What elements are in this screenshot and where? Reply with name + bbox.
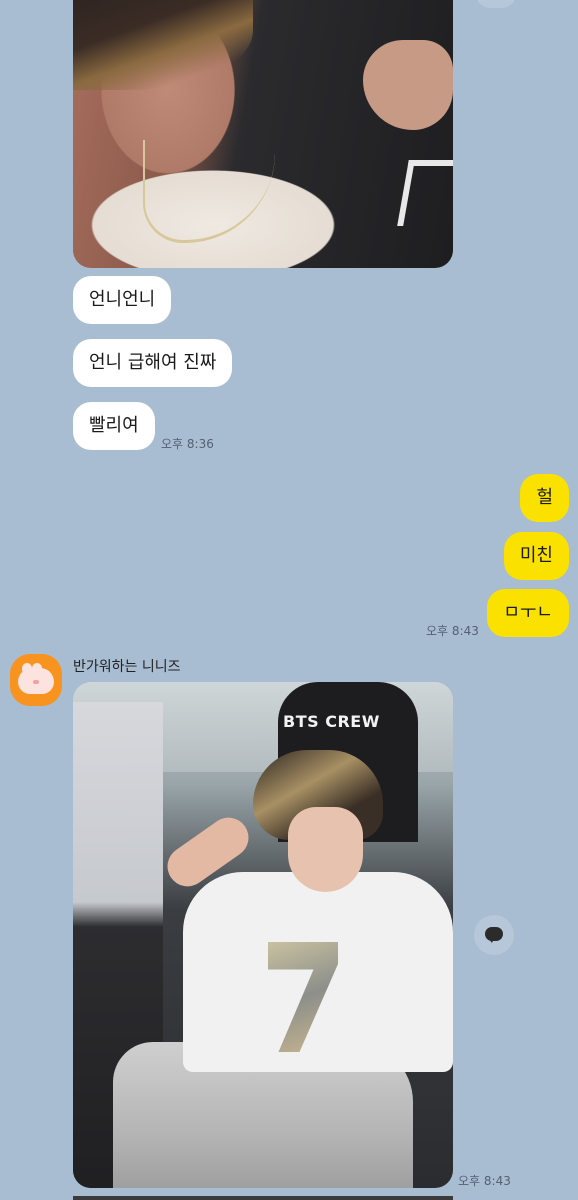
photo-detail-jacket-print bbox=[397, 160, 453, 226]
incoming-message[interactable]: 언니언니 bbox=[73, 276, 172, 324]
sender-avatar[interactable] bbox=[10, 654, 62, 706]
sender-name: 반가워하는 니니즈 bbox=[73, 659, 181, 675]
next-photo-edge bbox=[73, 1196, 453, 1200]
photo-shirt-text: BTS CREW bbox=[283, 712, 380, 731]
incoming-message[interactable]: 빨리여 bbox=[73, 402, 155, 450]
outgoing-message[interactable]: 미친 bbox=[503, 532, 569, 580]
message-timestamp: 오후 8:43 bbox=[458, 1174, 511, 1188]
share-button[interactable] bbox=[476, 0, 516, 8]
shared-photo-top[interactable] bbox=[73, 0, 453, 268]
comment-button[interactable] bbox=[474, 915, 514, 955]
photo-detail-hand bbox=[363, 40, 453, 130]
message-timestamp: 오후 8:36 bbox=[161, 437, 214, 451]
outgoing-message[interactable]: ㅁㅜㄴ bbox=[487, 589, 569, 637]
outgoing-message[interactable]: 헐 bbox=[520, 474, 569, 522]
ninis-bunny-nose bbox=[33, 680, 39, 684]
photo-detail-necklace bbox=[143, 140, 275, 243]
photo-detail-face bbox=[288, 807, 363, 892]
speech-bubble-icon bbox=[485, 927, 503, 943]
shared-photo-main[interactable]: BTS CREW bbox=[73, 682, 453, 1188]
photo-detail-hair bbox=[73, 0, 253, 90]
message-timestamp: 오후 8:43 bbox=[426, 624, 479, 638]
incoming-message[interactable]: 언니 급해여 진짜 bbox=[73, 339, 233, 387]
